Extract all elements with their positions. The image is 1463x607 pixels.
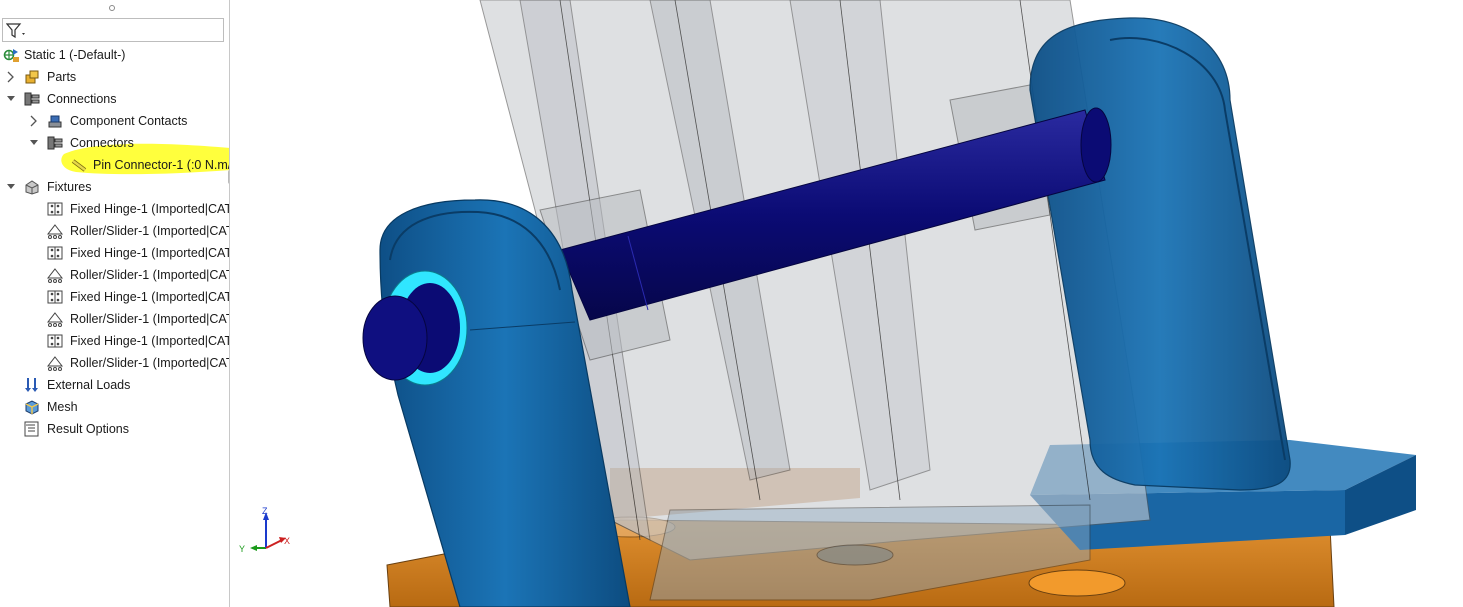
model-view[interactable]: Z Y X: [230, 0, 1463, 607]
tree-item-label: Fixed Hinge-1 (Imported|CATI: [70, 334, 230, 348]
tree-item-pin-connector[interactable]: Pin Connector-1 (:0 N.m/: [0, 155, 229, 175]
tree-item-label: Roller/Slider-1 (Imported|CAT: [70, 224, 230, 238]
collapse-arrow-icon[interactable]: [29, 133, 39, 153]
connections-icon: [24, 92, 40, 106]
triad-z-label: Z: [262, 506, 268, 516]
tree-item-label: Roller/Slider-1 (Imported|CAT: [70, 312, 230, 326]
tree-root-label: Static 1 (-Default-): [24, 48, 126, 62]
tree-item-fixture-5[interactable]: Fixed Hinge-1 (Imported|CATI: [0, 287, 229, 307]
filter-box[interactable]: [2, 18, 224, 42]
tree-item-mesh[interactable]: Mesh: [0, 397, 229, 417]
fixed-hinge-icon: [47, 334, 63, 348]
tree-item-result-options[interactable]: Result Options: [0, 419, 229, 439]
fixed-hinge-icon: [47, 246, 63, 260]
tree-item-fixture-1[interactable]: Fixed Hinge-1 (Imported|CATI: [0, 199, 229, 219]
study-icon: [3, 49, 19, 62]
tree-item-label: Fixed Hinge-1 (Imported|CATI: [70, 246, 230, 260]
tree-item-label: Connectors: [70, 136, 134, 150]
tree-item-fixture-2[interactable]: Roller/Slider-1 (Imported|CAT: [0, 221, 229, 241]
tree-item-component-contacts[interactable]: Component Contacts: [0, 111, 229, 131]
roller-slider-icon: [46, 312, 64, 327]
external-loads-icon: [25, 378, 38, 392]
connectors-icon: [47, 136, 63, 150]
mesh-icon: [25, 400, 39, 415]
triad-y-label: Y: [239, 544, 245, 554]
tree-item-fixture-4[interactable]: Roller/Slider-1 (Imported|CAT: [0, 265, 229, 285]
fixtures-icon: [25, 180, 39, 195]
tree-item-connectors[interactable]: Connectors: [0, 133, 229, 153]
triad-x-label: X: [284, 536, 290, 546]
roller-slider-icon: [46, 224, 64, 239]
tree-item-fixtures[interactable]: Fixtures: [0, 177, 229, 197]
tree-item-fixture-3[interactable]: Fixed Hinge-1 (Imported|CATI: [0, 243, 229, 263]
roller-slider-icon: [46, 268, 64, 283]
view-triad: Z Y X: [239, 506, 290, 554]
tree-item-label: Result Options: [47, 422, 129, 436]
tree-item-fixture-7[interactable]: Fixed Hinge-1 (Imported|CATI: [0, 331, 229, 351]
panel-grip[interactable]: [0, 0, 229, 16]
tree-item-label: Parts: [47, 70, 77, 84]
tree-root[interactable]: Static 1 (-Default-): [0, 45, 229, 65]
tree-item-label: Fixed Hinge-1 (Imported|CATI: [70, 290, 230, 304]
feature-tree-panel: Static 1 (-Default-) Parts Connections Com…: [0, 0, 230, 607]
component-contacts-icon: [48, 115, 62, 128]
filter-icon[interactable]: [6, 22, 28, 40]
graphics-viewport[interactable]: Z Y X: [230, 0, 1463, 607]
tree-item-label: External Loads: [47, 378, 131, 392]
parts-icon: [25, 70, 39, 84]
fixed-hinge-icon: [47, 202, 63, 216]
tree-item-label: Connections: [47, 92, 117, 106]
tree-item-label: Roller/Slider-1 (Imported|CAT: [70, 356, 230, 370]
expand-arrow-icon[interactable]: [29, 111, 39, 131]
roller-slider-icon: [46, 356, 64, 371]
tree-item-label: Pin Connector-1 (:0 N.m/: [93, 158, 230, 172]
tree-item-connections[interactable]: Connections: [0, 89, 229, 109]
tree-item-label: Mesh: [47, 400, 78, 414]
tree-item-parts[interactable]: Parts: [0, 67, 229, 87]
collapse-arrow-icon[interactable]: [6, 89, 16, 109]
grip-dot-icon: [109, 5, 115, 11]
tree-item-label: Fixed Hinge-1 (Imported|CATI: [70, 202, 230, 216]
tree-item-label: Component Contacts: [70, 114, 188, 128]
collapse-arrow-icon[interactable]: [6, 177, 16, 197]
tree-item-label: Roller/Slider-1 (Imported|CAT: [70, 268, 230, 282]
tree-item-external-loads[interactable]: External Loads: [0, 375, 229, 395]
tree-item-label: Fixtures: [47, 180, 92, 194]
pin-connector-icon: [71, 159, 87, 172]
tree-item-fixture-6[interactable]: Roller/Slider-1 (Imported|CAT: [0, 309, 229, 329]
tree-item-fixture-8[interactable]: Roller/Slider-1 (Imported|CAT: [0, 353, 229, 373]
result-options-icon: [24, 421, 39, 437]
pin-connector-selection[interactable]: [362, 270, 468, 386]
fixed-hinge-icon: [47, 290, 63, 304]
expand-arrow-icon[interactable]: [6, 67, 16, 87]
